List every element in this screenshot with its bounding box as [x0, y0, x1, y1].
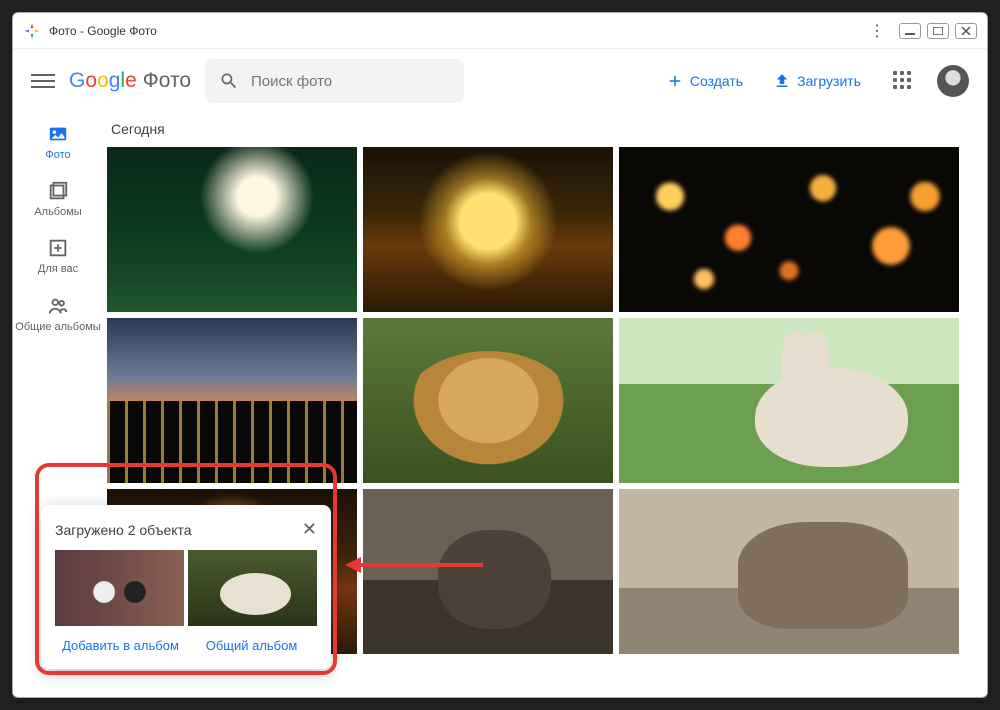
header: Google Фото Создать Загрузить [13, 49, 987, 113]
section-date: Сегодня [111, 121, 971, 137]
photo-icon [47, 123, 69, 145]
close-button[interactable] [955, 23, 977, 39]
photo-thumb[interactable] [107, 318, 357, 483]
shared-album-button[interactable]: Общий альбом [186, 634, 317, 659]
create-label: Создать [690, 73, 743, 89]
photo-thumb[interactable] [619, 318, 959, 483]
search-box[interactable] [205, 59, 464, 103]
app-window: Фото - Google Фото ⋮ Google Фото Создать [12, 12, 988, 698]
upload-toast: Загружено 2 объекта ✕ Добавить в альбом … [41, 505, 331, 669]
titlebar-menu-icon[interactable]: ⋮ [869, 21, 885, 41]
photo-thumb[interactable] [619, 147, 959, 312]
sidebar-item-albums[interactable]: Альбомы [34, 180, 81, 219]
maximize-button[interactable] [927, 23, 949, 39]
logo-product: Фото [143, 69, 191, 93]
toast-thumb[interactable] [188, 550, 317, 626]
sidebar-item-label: Альбомы [34, 206, 81, 219]
photo-thumb[interactable] [363, 147, 613, 312]
photo-thumb[interactable] [363, 318, 613, 483]
add-to-album-button[interactable]: Добавить в альбом [55, 634, 186, 659]
sidebar-item-label: Общие альбомы [15, 321, 100, 334]
window-title: Фото - Google Фото [49, 24, 869, 38]
sidebar-item-shared[interactable]: Общие альбомы [15, 295, 100, 334]
upload-icon [773, 72, 791, 90]
photo-thumb[interactable] [363, 489, 613, 654]
app-icon [23, 22, 41, 40]
upload-label: Загрузить [797, 73, 861, 89]
titlebar: Фото - Google Фото ⋮ [13, 13, 987, 49]
upload-button[interactable]: Загрузить [765, 66, 869, 96]
create-button[interactable]: Создать [658, 66, 751, 96]
hamburger-menu-icon[interactable] [31, 69, 55, 93]
search-input[interactable] [251, 73, 450, 90]
sidebar-item-label: Для вас [38, 263, 78, 276]
photo-thumb[interactable] [619, 489, 959, 654]
search-icon [219, 71, 239, 91]
toast-thumb[interactable] [55, 550, 184, 626]
sidebar-item-label: Фото [45, 149, 70, 162]
close-icon[interactable]: ✕ [302, 519, 317, 540]
toast-title: Загружено 2 объекта [55, 522, 192, 538]
sidebar-item-for-you[interactable]: Для вас [38, 237, 78, 276]
albums-icon [47, 180, 69, 202]
minimize-button[interactable] [899, 23, 921, 39]
plus-icon [666, 72, 684, 90]
avatar[interactable] [937, 65, 969, 97]
photo-thumb[interactable] [107, 147, 357, 312]
shared-icon [47, 295, 69, 317]
google-apps-icon[interactable] [893, 71, 913, 91]
google-photos-logo[interactable]: Google Фото [69, 69, 191, 93]
sidebar-item-photos[interactable]: Фото [45, 123, 70, 162]
for-you-icon [47, 237, 69, 259]
